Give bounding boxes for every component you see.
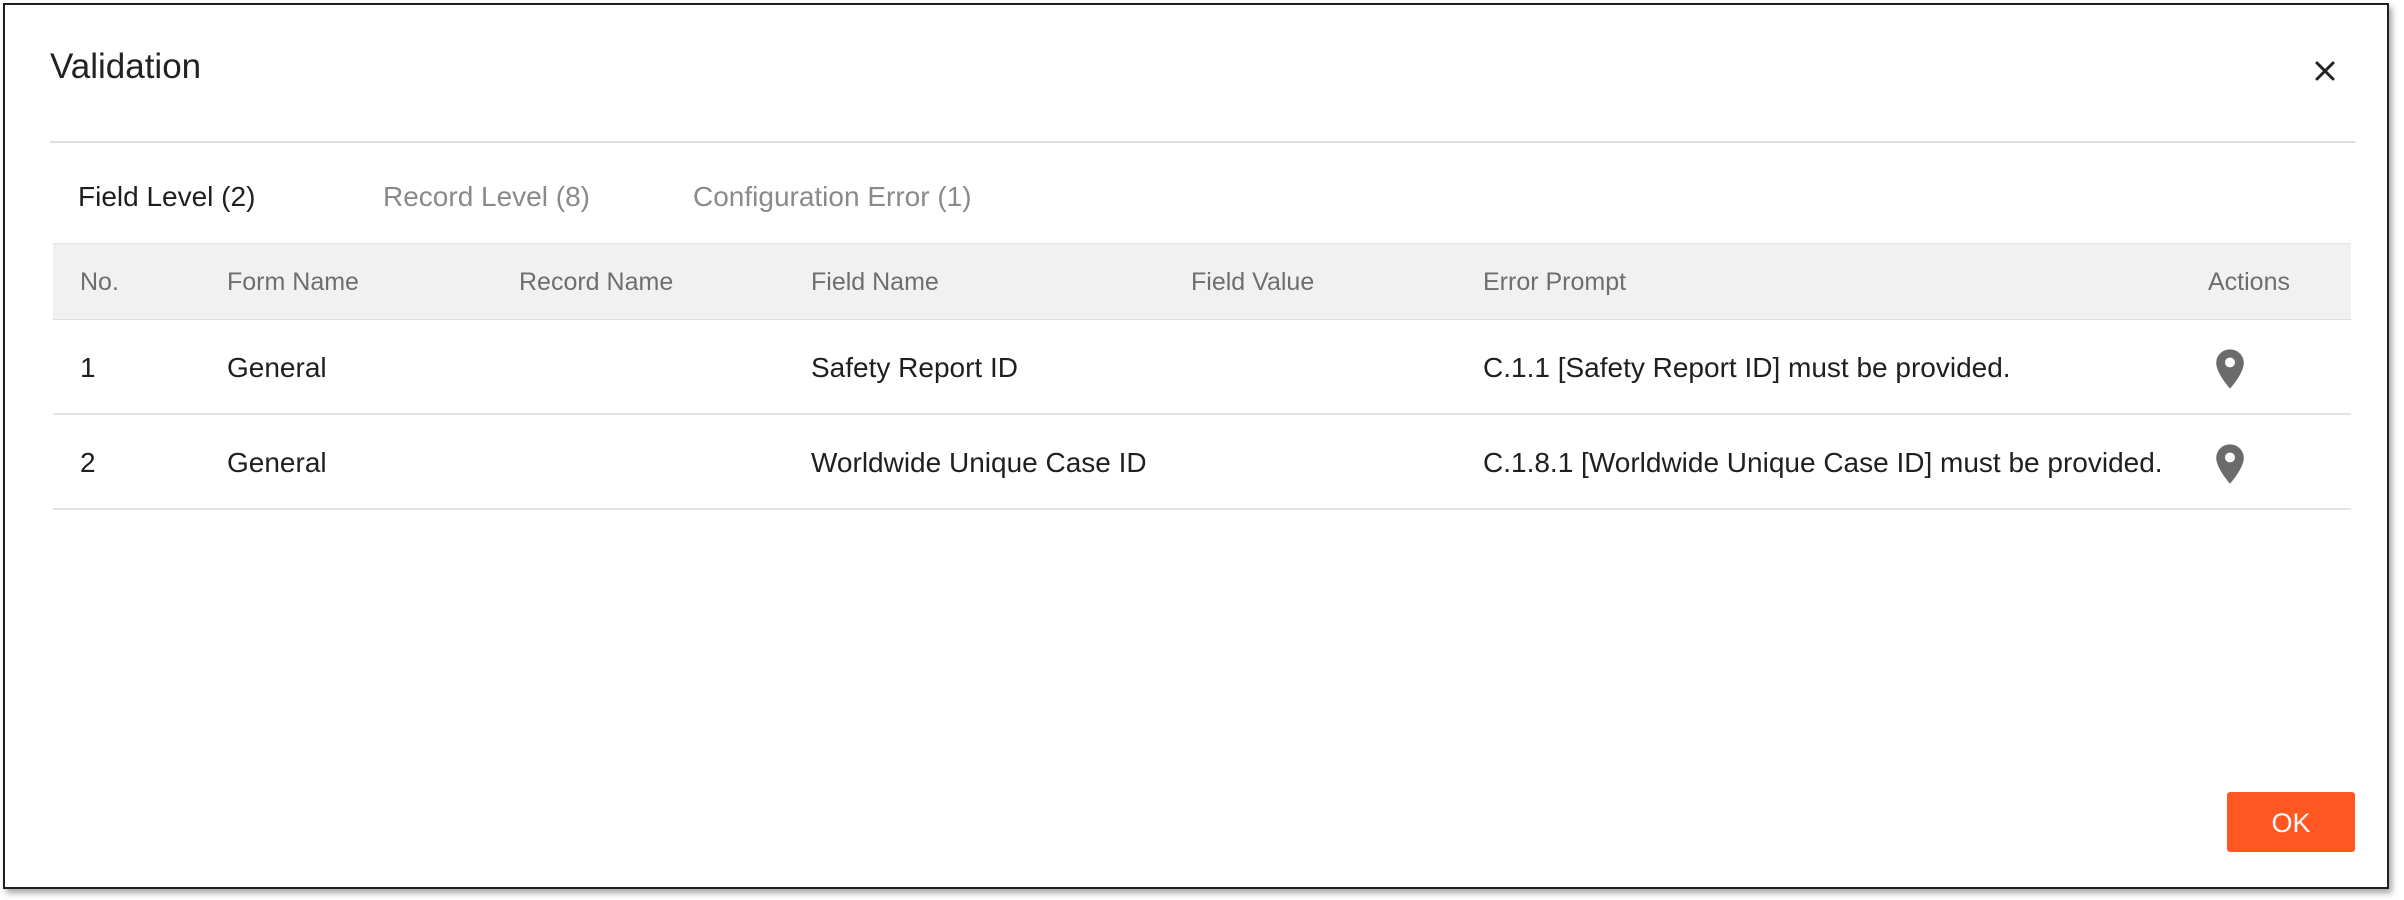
tab-record-level[interactable]: Record Level (8): [383, 175, 590, 219]
column-header-record-name: Record Name: [519, 268, 674, 296]
column-header-field-value: Field Value: [1191, 268, 1315, 296]
close-icon[interactable]: [2305, 51, 2345, 91]
location-pin-icon[interactable]: [2214, 443, 2246, 485]
cell-form-name: General: [227, 447, 327, 478]
tab-bar: Field Level (2) Record Level (8) Configu…: [50, 175, 1450, 219]
column-header-no: No.: [80, 268, 119, 296]
tab-field-level[interactable]: Field Level (2): [78, 175, 255, 219]
cell-field-name: Safety Report ID: [811, 352, 1018, 383]
column-header-error-prompt: Error Prompt: [1483, 268, 1627, 296]
dialog-title: Validation: [50, 47, 202, 86]
cell-no: 2: [80, 447, 96, 478]
column-header-field-name: Field Name: [811, 268, 939, 296]
table-header: No. Form Name Record Name Field Name Fie…: [53, 243, 2351, 320]
cell-no: 1: [80, 352, 96, 383]
location-pin-icon[interactable]: [2214, 348, 2246, 390]
table-row: 1 General Safety Report ID C.1.1 [Safety…: [53, 320, 2351, 415]
validation-table: No. Form Name Record Name Field Name Fie…: [53, 243, 2351, 510]
header-divider: [50, 141, 2355, 143]
tab-configuration-error[interactable]: Configuration Error (1): [693, 175, 972, 219]
cell-field-name: Worldwide Unique Case ID: [811, 447, 1147, 478]
table-row: 2 General Worldwide Unique Case ID C.1.8…: [53, 415, 2351, 510]
validation-dialog: Validation Field Level (2) Record Level …: [3, 3, 2389, 889]
cell-form-name: General: [227, 352, 327, 383]
cell-error-prompt: C.1.1 [Safety Report ID] must be provide…: [1483, 352, 2011, 383]
column-header-actions: Actions: [2208, 268, 2290, 296]
cell-error-prompt: C.1.8.1 [Worldwide Unique Case ID] must …: [1483, 447, 2163, 478]
ok-button[interactable]: OK: [2227, 792, 2355, 852]
column-header-form-name: Form Name: [227, 268, 359, 296]
